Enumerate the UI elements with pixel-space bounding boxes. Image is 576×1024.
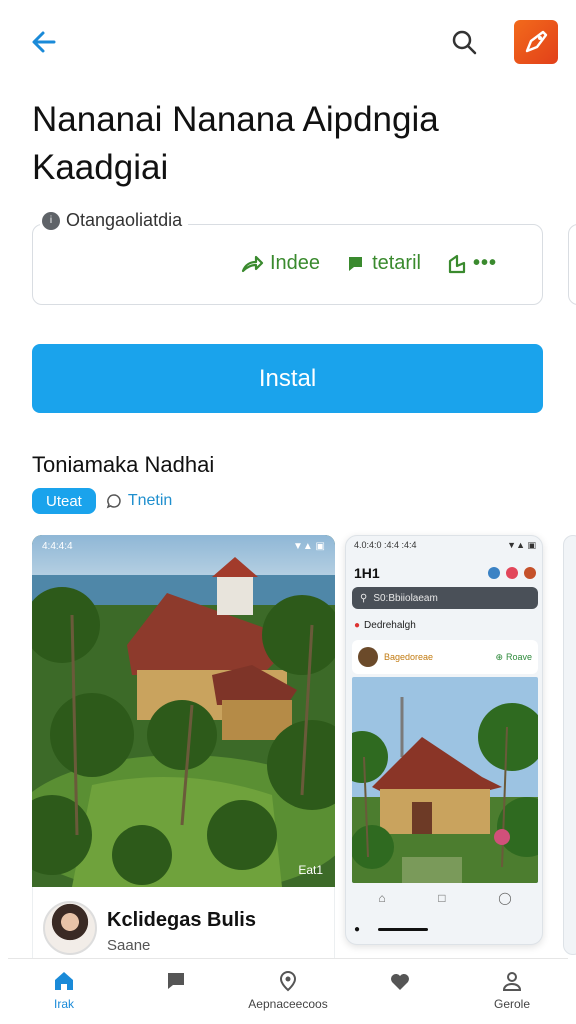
- next-card-edge: [568, 224, 576, 305]
- mock-search-placeholder: S0:Bbiiolaeam: [373, 592, 438, 604]
- section-title: Toniamaka Nadhai: [32, 452, 215, 477]
- chip-active[interactable]: Uteat: [32, 488, 96, 514]
- heart-icon: [506, 567, 518, 579]
- share-action[interactable]: Indee: [240, 252, 320, 275]
- mock-section: ● Dedrehalgh: [354, 620, 416, 631]
- search-icon[interactable]: [446, 24, 482, 60]
- top-app-bar: [0, 0, 576, 84]
- status-icons: ▼▲ ▣: [507, 540, 536, 550]
- mock-photo: [352, 677, 538, 883]
- heart-icon: [391, 974, 409, 990]
- filter-chips: Uteat Tnetin: [32, 488, 172, 514]
- app-title: Nananai Nanana Aipdngia Kaadgiai: [32, 100, 439, 187]
- status-icons: ▼▲ ▣: [292, 540, 325, 552]
- nav-profile[interactable]: Gerole: [462, 969, 562, 1011]
- share-label: Indee: [270, 252, 321, 274]
- app-icon[interactable]: [514, 20, 558, 64]
- creator-footer: Kclidegas Bulis Saane: [32, 887, 335, 960]
- mock-post-header: Bagedoreae ⊕ Roave: [352, 640, 538, 674]
- chrome-icon: [488, 567, 500, 579]
- mock-search-bar: ⚲ S0:Bbiiolaeam: [352, 587, 538, 609]
- profile-icon: [502, 972, 522, 991]
- more-options-icon[interactable]: •••: [473, 252, 497, 275]
- search-icon: ⚲: [360, 592, 368, 604]
- creator-subtitle: Saane: [107, 937, 151, 954]
- install-button[interactable]: Instal: [32, 344, 543, 413]
- flag-label: tetaril: [372, 252, 421, 274]
- nav-favorites[interactable]: [350, 969, 450, 997]
- chat-bubble-icon: [106, 494, 121, 509]
- photo-caption: Eat1: [298, 863, 323, 877]
- chat-icon: ◯: [498, 891, 512, 905]
- square-icon: □: [438, 891, 446, 905]
- bookmark-icon: [448, 254, 466, 273]
- home-icon: ⌂: [378, 891, 386, 905]
- mock-home-indicator: ●: [354, 920, 536, 938]
- info-actions: Indee tetaril •••: [240, 252, 497, 275]
- nav-chat[interactable]: [126, 969, 226, 997]
- mock-follow: ⊕ Roave: [495, 652, 532, 663]
- mock-header-icons: [488, 567, 536, 579]
- screenshot-3-edge[interactable]: [563, 535, 576, 955]
- bottom-navigation: Irak Aepnaceecoos Gerole: [8, 958, 568, 1022]
- record-icon: ●: [354, 923, 361, 935]
- status-bar: 4.0:4:0 :4:4 :4:4 ▼▲ ▣: [354, 540, 536, 551]
- profile-icon: [524, 567, 536, 579]
- mock-bottom-icons: ⌂ □ ◯: [352, 886, 538, 910]
- chat-icon: [168, 973, 184, 989]
- home-icon: [55, 972, 73, 990]
- info-card-header: i Otangaoliatdia: [40, 210, 189, 231]
- info-card-label: Otangaoliatdia: [66, 210, 183, 230]
- mock-post-name: Bagedoreae: [384, 652, 434, 662]
- status-time: 4:4:4:4: [42, 540, 73, 552]
- mock-title: 1H1: [354, 565, 380, 581]
- mock-header: 1H1: [354, 562, 536, 584]
- flag-icon: [349, 256, 363, 271]
- nav-profile-label: Gerole: [493, 997, 531, 1011]
- share-icon: [241, 255, 264, 272]
- home-bar: [378, 927, 429, 931]
- avatar: [358, 647, 378, 667]
- nav-home[interactable]: Irak: [14, 969, 114, 1011]
- bookmark-action[interactable]: •••: [447, 252, 497, 275]
- info-icon: i: [42, 211, 60, 230]
- nav-home-label: Irak: [53, 997, 74, 1011]
- explore-icon: [279, 971, 297, 992]
- nav-explore[interactable]: Aepnaceecoos: [238, 969, 338, 1011]
- follow-icon: ⊕: [495, 651, 503, 662]
- screenshot-1[interactable]: 4:4:4:4 ▼▲ ▣ Eat1: [32, 535, 335, 887]
- nav-explore-label: Aepnaceecoos: [248, 997, 328, 1011]
- status-bar: 4:4:4:4 ▼▲ ▣: [32, 535, 335, 557]
- mock-follow-label: Roave: [505, 652, 532, 662]
- chip-secondary-label: Tnetin: [127, 492, 173, 509]
- creator-name: Kclidegas Bulis: [107, 909, 256, 931]
- avatar[interactable]: [43, 901, 97, 955]
- screenshot-2[interactable]: 4.0:4:0 :4:4 :4:4 ▼▲ ▣ 1H1 ⚲ S0:Bbiiolae…: [345, 535, 543, 945]
- mock-section-label: Dedrehalgh: [364, 620, 416, 631]
- flag-action[interactable]: tetaril: [346, 252, 421, 275]
- record-icon: ●: [354, 620, 361, 631]
- chip-secondary[interactable]: Tnetin: [106, 492, 172, 510]
- back-arrow-icon[interactable]: [26, 24, 62, 60]
- status-time: 4.0:4:0 :4:4 :4:4: [354, 540, 417, 550]
- resort-photo: [32, 535, 335, 887]
